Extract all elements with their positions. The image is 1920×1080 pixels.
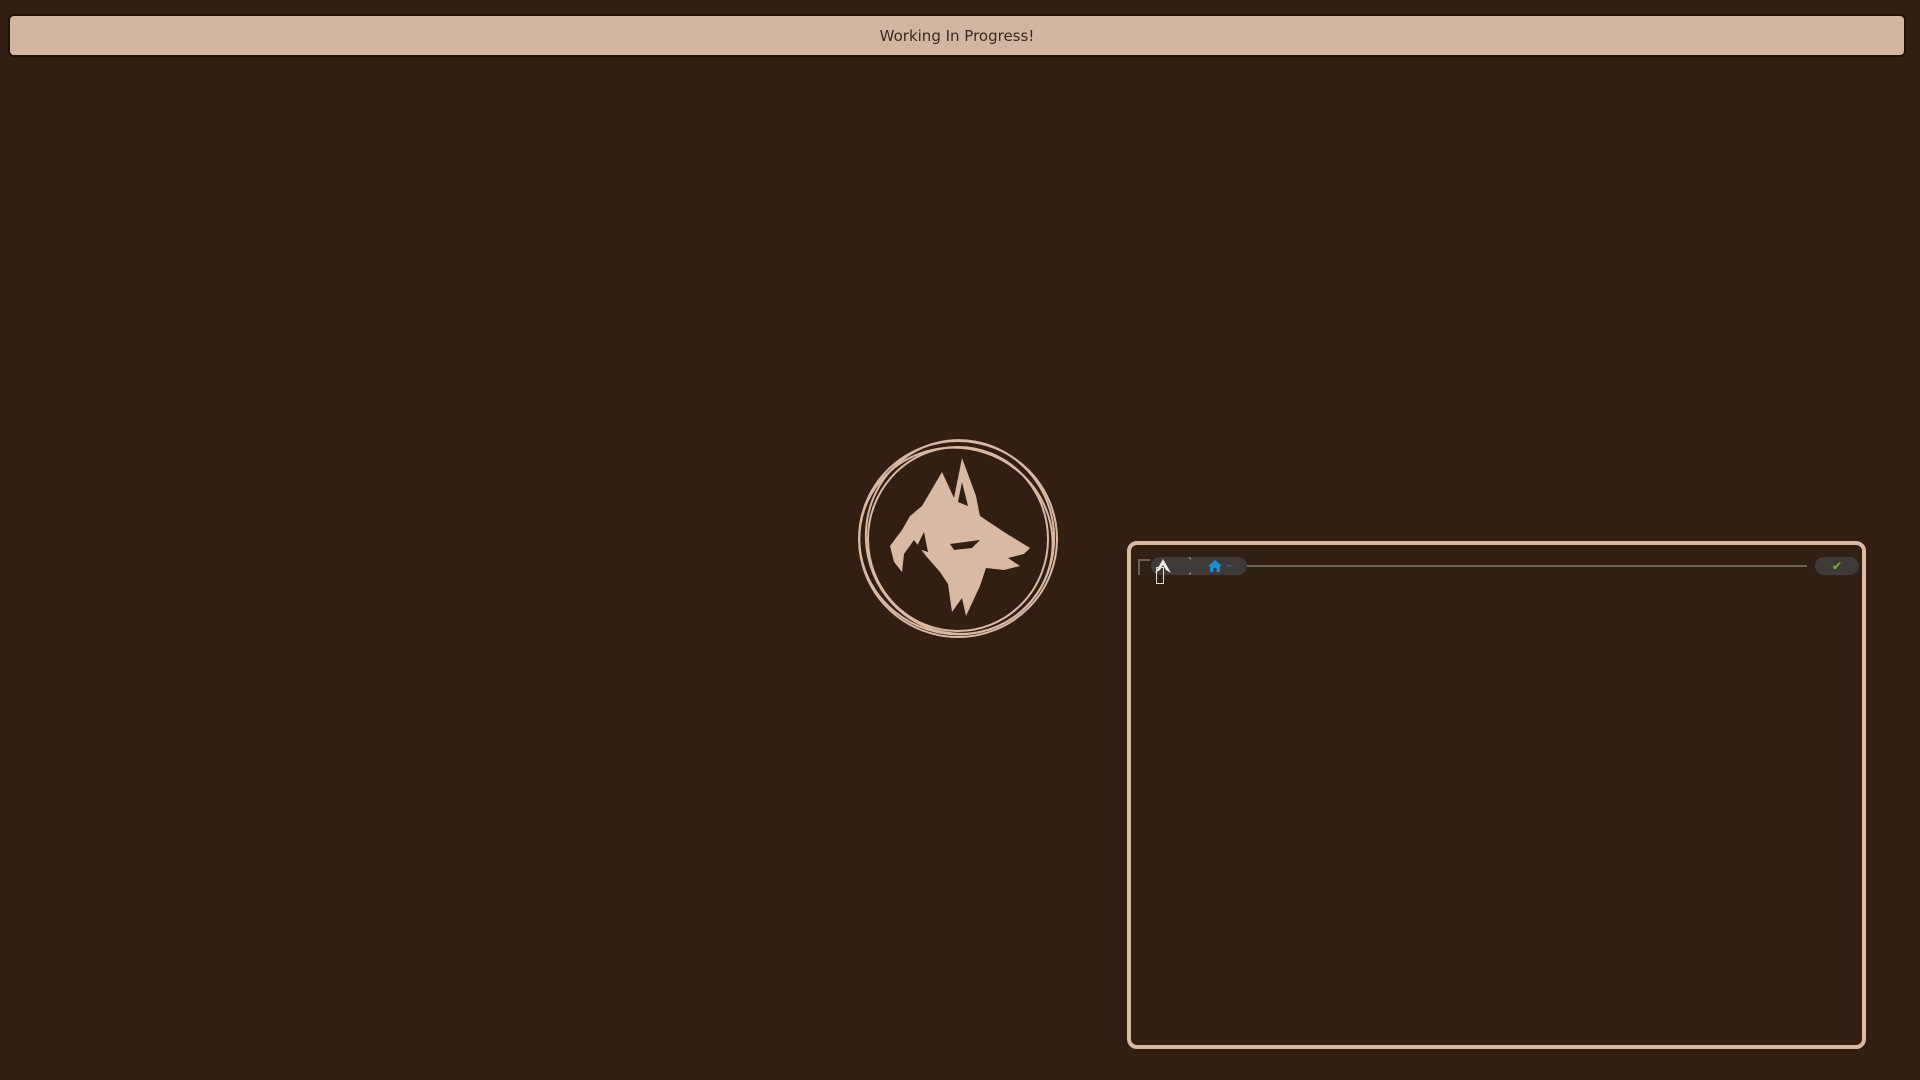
prompt-line: ~ ✔ <box>1151 557 1861 575</box>
prompt-divider <box>1169 565 1807 567</box>
directory-label: ~ <box>1226 560 1233 572</box>
home-icon <box>1208 560 1222 572</box>
status-bar-text: Working In Progress! <box>879 26 1035 45</box>
prompt-corner <box>1138 559 1150 575</box>
directory-segment: ~ <box>1191 557 1247 575</box>
check-icon: ✔ <box>1832 558 1842 574</box>
status-segment: ✔ <box>1815 557 1859 575</box>
terminal-window[interactable]: ~ ✔ <box>1127 541 1866 1049</box>
top-status-bar: Working In Progress! <box>8 14 1906 57</box>
wolf-emblem-icon <box>858 439 1058 638</box>
terminal-cursor[interactable] <box>1156 567 1164 584</box>
